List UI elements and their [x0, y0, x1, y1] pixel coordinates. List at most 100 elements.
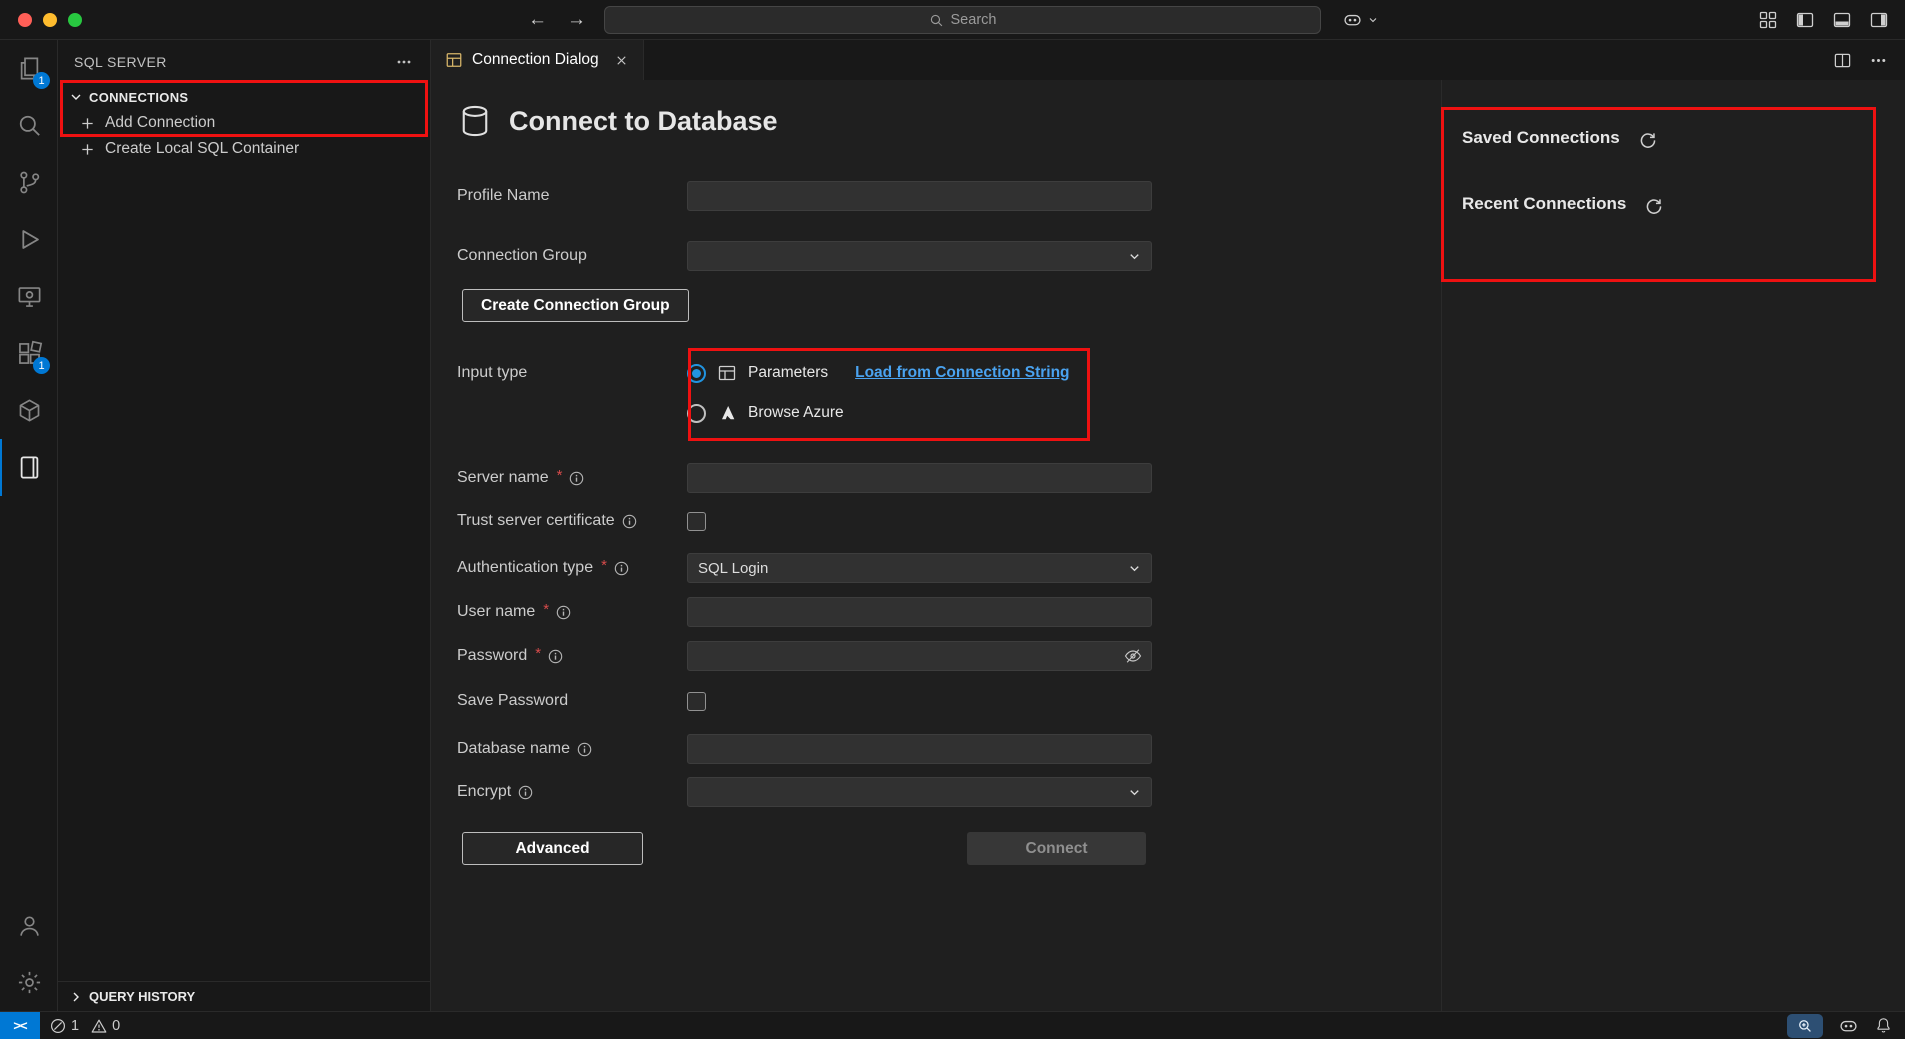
required-marker: * — [535, 645, 541, 662]
authentication-type-value: SQL Login — [698, 560, 768, 577]
chevron-right-icon — [68, 989, 84, 1005]
editor-area: Connection Dialog Connect to Database — [431, 40, 1905, 1011]
editor-more-actions-icon[interactable] — [1870, 52, 1887, 69]
search-icon — [929, 13, 944, 28]
remote-explorer-activity-button[interactable] — [0, 268, 57, 325]
info-icon[interactable] — [569, 471, 584, 486]
extensions-activity-button[interactable]: 1 — [0, 325, 57, 382]
toggle-password-visibility-icon[interactable] — [1123, 646, 1143, 666]
parameters-radio-label: Parameters — [748, 364, 828, 382]
zoom-control-button[interactable] — [1787, 1014, 1823, 1038]
settings-activity-button[interactable] — [0, 954, 57, 1011]
sidebar-more-actions-icon[interactable] — [396, 54, 412, 70]
forward-button[interactable]: → — [567, 8, 586, 32]
input-type-label: Input type — [457, 364, 527, 382]
window-controls — [18, 13, 82, 27]
trust-server-certificate-checkbox[interactable] — [687, 512, 706, 531]
parameters-icon — [717, 363, 737, 383]
encrypt-select[interactable] — [687, 777, 1152, 807]
error-icon — [50, 1018, 66, 1034]
info-icon[interactable] — [577, 742, 592, 757]
source-control-activity-button[interactable] — [0, 154, 57, 211]
plus-icon — [80, 116, 95, 131]
create-connection-group-button[interactable]: Create Connection Group — [462, 289, 689, 322]
connections-browser-panel: Saved Connections Recent Connections — [1441, 80, 1905, 1011]
info-icon[interactable] — [622, 514, 637, 529]
password-input[interactable] — [687, 641, 1152, 671]
notifications-bell-icon[interactable] — [1874, 1016, 1893, 1035]
azure-icon — [717, 403, 737, 423]
server-name-label: Server name — [457, 469, 549, 487]
database-icon — [457, 102, 493, 140]
browse-azure-radio[interactable] — [687, 404, 706, 423]
chevron-down-icon — [1127, 249, 1142, 264]
split-editor-icon[interactable] — [1833, 51, 1852, 70]
package-icon — [16, 397, 43, 424]
command-center-search[interactable]: Search — [604, 6, 1321, 34]
chevron-down-icon — [68, 89, 84, 105]
sidebar-item-add-connection[interactable]: Add Connection — [58, 110, 430, 136]
zoom-in-icon — [1797, 1018, 1813, 1034]
user-name-input[interactable] — [687, 597, 1152, 627]
maximize-window-button[interactable] — [68, 13, 82, 27]
run-debug-icon — [16, 226, 43, 253]
search-activity-button[interactable] — [0, 97, 57, 154]
toggle-panel-icon[interactable] — [1832, 10, 1852, 30]
encrypt-label: Encrypt — [457, 783, 511, 801]
error-count: 1 — [71, 1018, 79, 1034]
info-icon[interactable] — [556, 605, 571, 620]
sql-server-activity-button[interactable] — [0, 439, 57, 496]
authentication-type-select[interactable]: SQL Login — [687, 553, 1152, 583]
connections-section-header[interactable]: CONNECTIONS — [58, 84, 430, 110]
plus-icon — [80, 142, 95, 157]
search-placeholder: Search — [951, 12, 997, 28]
profile-name-input[interactable] — [687, 181, 1152, 211]
save-password-checkbox[interactable] — [687, 692, 706, 711]
tab-connection-dialog[interactable]: Connection Dialog — [431, 40, 644, 80]
problems-indicator[interactable]: 1 0 — [50, 1018, 127, 1034]
server-name-input[interactable] — [687, 463, 1152, 493]
warning-icon — [91, 1018, 107, 1034]
query-history-section-header[interactable]: QUERY HISTORY — [58, 981, 430, 1011]
parameters-radio[interactable] — [687, 364, 706, 383]
copilot-menu-button[interactable] — [1342, 9, 1379, 30]
sidebar-title: SQL SERVER — [74, 54, 167, 70]
database-name-input[interactable] — [687, 734, 1152, 764]
refresh-saved-connections-icon[interactable] — [1638, 129, 1657, 148]
customize-layout-icon[interactable] — [1758, 10, 1778, 30]
close-tab-icon[interactable] — [614, 53, 629, 68]
load-from-connection-string-link[interactable]: Load from Connection String — [855, 364, 1069, 382]
warning-count: 0 — [112, 1018, 120, 1034]
info-icon[interactable] — [518, 785, 533, 800]
save-password-label: Save Password — [457, 692, 568, 710]
extensions-badge: 1 — [33, 357, 50, 374]
title-bar: ← → Search — [0, 0, 1905, 40]
close-window-button[interactable] — [18, 13, 32, 27]
required-marker: * — [601, 557, 607, 574]
containers-activity-button[interactable] — [0, 382, 57, 439]
info-icon[interactable] — [614, 561, 629, 576]
chevron-down-icon — [1127, 561, 1142, 576]
required-marker: * — [543, 601, 549, 618]
back-button[interactable]: ← — [528, 8, 547, 32]
minimize-window-button[interactable] — [43, 13, 57, 27]
connection-dialog-icon — [445, 51, 463, 69]
copilot-status-icon[interactable] — [1838, 1015, 1859, 1036]
explorer-activity-button[interactable]: 1 — [0, 40, 57, 97]
activity-bar: 1 — [0, 40, 58, 1011]
remote-explorer-icon — [16, 283, 43, 310]
refresh-recent-connections-icon[interactable] — [1644, 195, 1663, 214]
info-icon[interactable] — [548, 649, 563, 664]
remote-indicator[interactable]: >< — [0, 1012, 40, 1039]
profile-name-label: Profile Name — [457, 187, 549, 205]
authentication-type-label: Authentication type — [457, 559, 593, 577]
connect-button[interactable]: Connect — [967, 832, 1146, 865]
toggle-secondary-sidebar-icon[interactable] — [1869, 10, 1889, 30]
advanced-button[interactable]: Advanced — [462, 832, 643, 865]
toggle-primary-sidebar-icon[interactable] — [1795, 10, 1815, 30]
run-debug-activity-button[interactable] — [0, 211, 57, 268]
connection-group-select[interactable] — [687, 241, 1152, 271]
source-control-icon — [16, 169, 43, 196]
sidebar-item-create-local-sql-container[interactable]: Create Local SQL Container — [58, 136, 430, 162]
accounts-activity-button[interactable] — [0, 897, 57, 954]
